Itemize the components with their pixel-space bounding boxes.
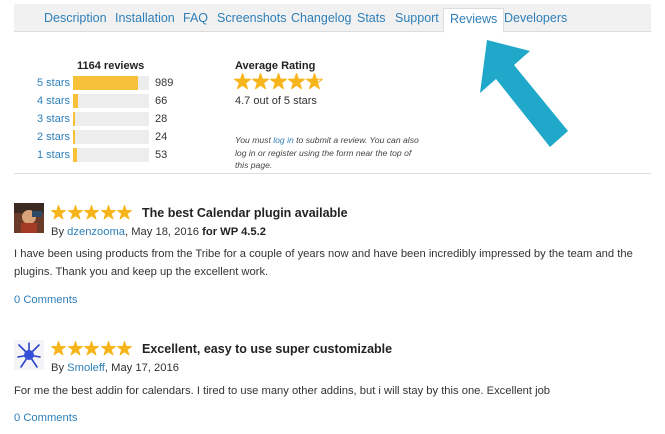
average-rating-stars — [234, 73, 324, 91]
rating-count: 24 — [155, 131, 168, 143]
rating-bar — [73, 112, 149, 126]
star-icon — [84, 341, 99, 356]
star-icon — [234, 73, 251, 90]
star-icon — [67, 205, 83, 220]
review-meta: By Smoleff, May 17, 2016 — [51, 362, 179, 374]
avatar[interactable] — [14, 203, 44, 233]
reviews-count: 1164 reviews — [77, 60, 145, 72]
rating-count: 53 — [155, 149, 168, 161]
review-rating-stars — [51, 341, 134, 357]
average-rating-title: Average Rating — [235, 60, 316, 72]
rating-bar — [73, 130, 149, 144]
rating-bar — [73, 94, 149, 108]
tab-description[interactable]: Description — [44, 11, 107, 25]
review-rating-stars — [51, 205, 134, 221]
average-rating-text: 4.7 out of 5 stars — [235, 95, 317, 107]
tab-stats[interactable]: Stats — [357, 11, 386, 25]
rating-bar-fill — [73, 130, 76, 144]
rating-bar-fill — [73, 148, 77, 162]
review-body: For me the best addin for calendars. I t… — [14, 385, 551, 397]
arrow-icon — [480, 40, 568, 147]
star-icon — [117, 341, 132, 356]
review-meta: By dzenzooma, May 18, 2016 for WP 4.5.2 — [51, 226, 266, 238]
review-body: I have been using products from the Trib… — [14, 248, 633, 278]
rating-bar-fill — [73, 76, 138, 90]
star-icon — [51, 205, 66, 220]
rating-row-2[interactable]: 2 stars 24 — [37, 130, 187, 144]
rating-label[interactable]: 2 stars — [37, 131, 70, 143]
rating-bar — [73, 148, 149, 162]
tab-faq[interactable]: FAQ — [183, 11, 208, 25]
tab-installation[interactable]: Installation — [115, 11, 175, 25]
rating-row-3[interactable]: 3 stars 28 — [37, 112, 187, 126]
rating-count: 66 — [155, 95, 168, 107]
star-icon — [84, 205, 99, 220]
review-comments-link[interactable]: 0 Comments — [14, 412, 77, 424]
star-icon — [252, 73, 269, 90]
rating-row-4[interactable]: 4 stars 66 — [37, 94, 187, 108]
star-icon — [306, 73, 323, 90]
login-link[interactable]: log in — [273, 135, 294, 145]
tab-developers[interactable]: Developers — [504, 11, 567, 25]
rating-row-5[interactable]: 5 stars 989 — [37, 76, 187, 90]
tab-screenshots[interactable]: Screenshots — [217, 11, 286, 25]
review-title: Excellent, easy to use super customizabl… — [142, 342, 393, 356]
review-comments-link[interactable]: 0 Comments — [14, 294, 77, 306]
star-icon — [100, 205, 116, 220]
rating-bar-fill — [73, 112, 76, 126]
star-icon — [288, 73, 305, 90]
login-note: You must log in to submit a review. You … — [235, 135, 419, 170]
review-author-link[interactable]: dzenzooma — [67, 226, 125, 238]
rating-bar-fill — [73, 94, 78, 108]
rating-row-1[interactable]: 1 stars 53 — [37, 148, 187, 162]
rating-bar — [73, 76, 149, 90]
rating-label[interactable]: 5 stars — [37, 77, 70, 89]
rating-label[interactable]: 4 stars — [37, 95, 70, 107]
star-icon — [51, 341, 66, 356]
rating-count: 989 — [155, 77, 174, 89]
avatar[interactable] — [14, 340, 44, 370]
tab-changelog[interactable]: Changelog — [291, 11, 351, 25]
rating-label[interactable]: 1 stars — [37, 149, 70, 161]
review-title: The best Calendar plugin available — [142, 206, 348, 220]
divider — [14, 173, 651, 174]
tab-support[interactable]: Support — [395, 11, 439, 25]
review-author-link[interactable]: Smoleff — [67, 362, 105, 374]
rating-label[interactable]: 3 stars — [37, 113, 70, 125]
star-icon — [117, 205, 132, 220]
rating-count: 28 — [155, 113, 168, 125]
star-icon — [270, 73, 287, 90]
star-icon — [100, 341, 116, 356]
star-icon — [67, 341, 83, 356]
